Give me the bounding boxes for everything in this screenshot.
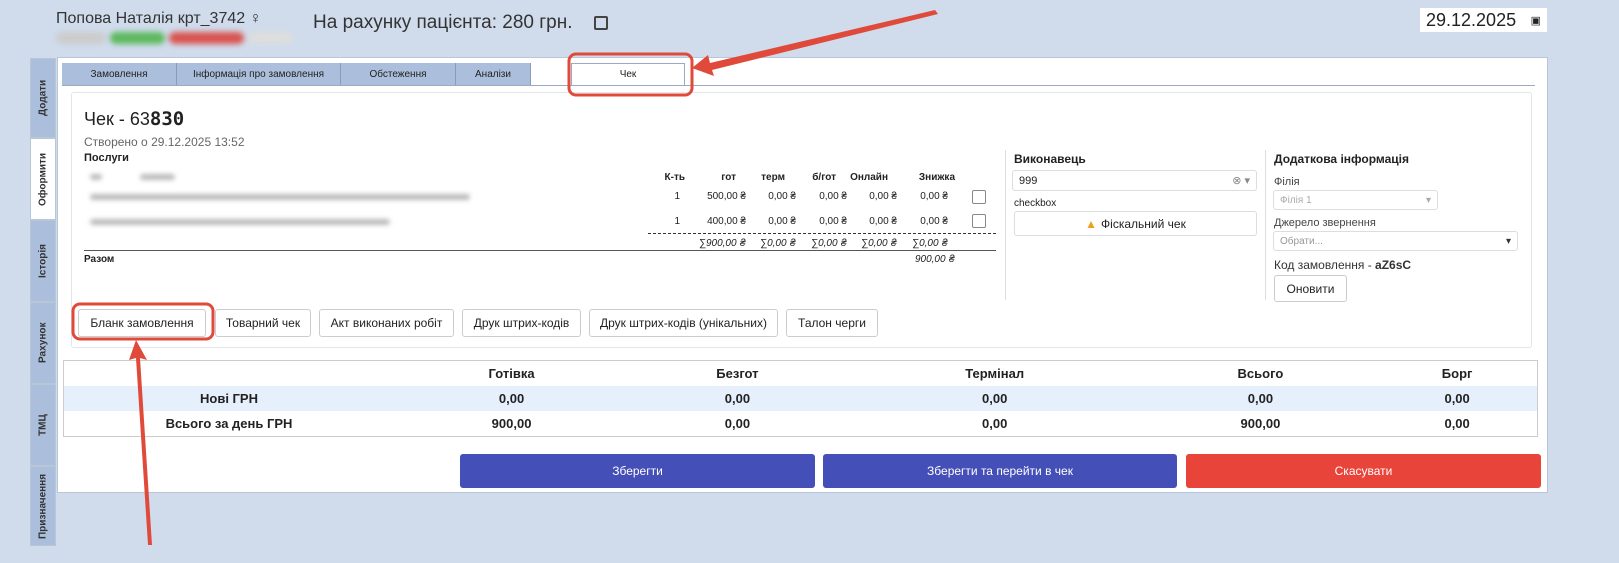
annotation-overlay: [71, 10, 938, 545]
highlight-order-form: [71, 302, 215, 341]
arrow-icon: [129, 340, 152, 545]
highlight-receipt-tab: [567, 52, 694, 97]
arrow-icon: [692, 10, 938, 76]
